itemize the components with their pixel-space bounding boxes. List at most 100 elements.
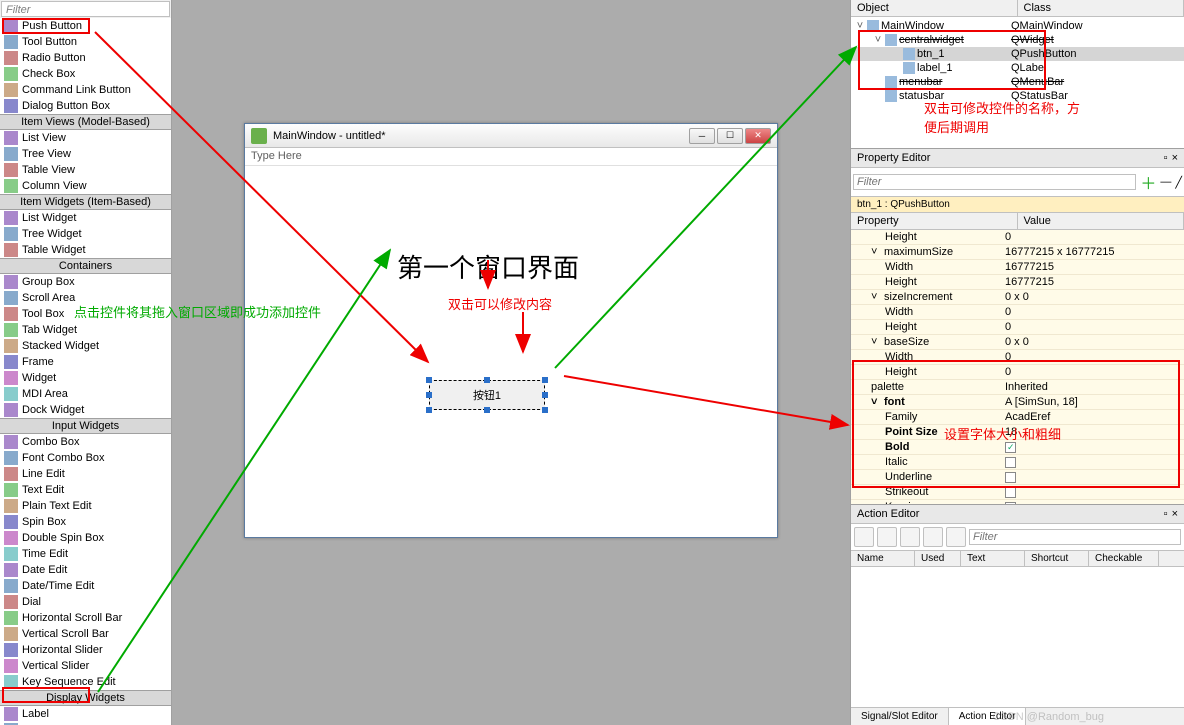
new-action-button[interactable] <box>854 527 874 547</box>
widget-item[interactable]: Horizontal Slider <box>0 642 171 658</box>
close-button[interactable]: ✕ <box>745 128 771 144</box>
widget-category: Input Widgets <box>0 418 171 434</box>
widget-item[interactable]: Date Edit <box>0 562 171 578</box>
property-grid[interactable]: Height0˅maximumSize16777215 x 16777215Wi… <box>851 230 1184 504</box>
maximize-button[interactable]: ☐ <box>717 128 743 144</box>
widget-item[interactable]: List Widget <box>0 210 171 226</box>
config-action-button[interactable] <box>946 527 966 547</box>
widget-list: Push ButtonTool ButtonRadio ButtonCheck … <box>0 18 171 725</box>
action-list[interactable] <box>851 567 1184 707</box>
widget-item[interactable]: Check Box <box>0 66 171 82</box>
widget-item[interactable]: Spin Box <box>0 514 171 530</box>
widget-item[interactable]: Frame <box>0 354 171 370</box>
property-row[interactable]: Italic <box>851 455 1184 470</box>
widget-item[interactable]: Key Sequence Edit <box>0 674 171 690</box>
add-property-icon[interactable]: ＋ <box>1140 170 1156 194</box>
delete-action-button[interactable] <box>923 527 943 547</box>
object-row[interactable]: label_1QLabel <box>851 61 1184 75</box>
property-row[interactable]: Point Size18 <box>851 425 1184 440</box>
widget-item[interactable]: Group Box <box>0 274 171 290</box>
property-row[interactable]: ˅maximumSize16777215 x 16777215 <box>851 245 1184 260</box>
property-row[interactable]: ˅fontA [SimSun, 18] <box>851 395 1184 410</box>
object-row[interactable]: statusbarQStatusBar <box>851 89 1184 103</box>
widget-item[interactable]: Dock Widget <box>0 402 171 418</box>
widget-item[interactable]: Tool Button <box>0 34 171 50</box>
widget-item[interactable]: Text Edit <box>0 482 171 498</box>
widget-item[interactable]: Dialog Button Box <box>0 98 171 114</box>
widget-item[interactable]: Double Spin Box <box>0 530 171 546</box>
dock-close-icon[interactable]: × <box>1172 508 1178 520</box>
property-row[interactable]: Height0 <box>851 365 1184 380</box>
window-titlebar[interactable]: MainWindow - untitled* ─ ☐ ✕ <box>245 124 777 148</box>
widget-category: Item Widgets (Item-Based) <box>0 194 171 210</box>
widget-item[interactable]: Time Edit <box>0 546 171 562</box>
copy-action-button[interactable] <box>877 527 897 547</box>
widget-item[interactable]: Scroll Area <box>0 290 171 306</box>
widget-item[interactable]: Table View <box>0 162 171 178</box>
widget-filter[interactable]: Filter <box>1 1 170 17</box>
widget-item[interactable]: Command Link Button <box>0 82 171 98</box>
widget-item[interactable]: MDI Area <box>0 386 171 402</box>
paste-action-button[interactable] <box>900 527 920 547</box>
designer-menubar[interactable]: Type Here <box>245 148 777 166</box>
widget-item[interactable]: Date/Time Edit <box>0 578 171 594</box>
property-row[interactable]: Width0 <box>851 305 1184 320</box>
property-row[interactable]: FamilyAcadEref <box>851 410 1184 425</box>
widget-category: Containers <box>0 258 171 274</box>
property-row[interactable]: ˅sizeIncrement0 x 0 <box>851 290 1184 305</box>
property-menu-icon[interactable]: ╱ <box>1175 176 1182 189</box>
widget-item[interactable]: Vertical Scroll Bar <box>0 626 171 642</box>
widget-item[interactable]: Label <box>0 706 171 722</box>
widget-item[interactable]: Tree View <box>0 146 171 162</box>
widget-item[interactable]: Widget <box>0 370 171 386</box>
widget-item[interactable]: Table Widget <box>0 242 171 258</box>
action-tab[interactable]: Signal/Slot Editor <box>851 708 949 725</box>
minimize-button[interactable]: ─ <box>689 128 715 144</box>
widget-item[interactable]: Plain Text Edit <box>0 498 171 514</box>
widget-item[interactable]: Stacked Widget <box>0 338 171 354</box>
property-row[interactable]: Width0 <box>851 350 1184 365</box>
designer-canvas[interactable]: 第一个窗口界面 按钮1 <box>245 166 777 537</box>
property-row[interactable]: Height0 <box>851 320 1184 335</box>
widget-icon <box>4 179 18 193</box>
widget-icon <box>4 579 18 593</box>
object-tree[interactable]: ˅MainWindowQMainWindow˅centralwidgetQWid… <box>851 17 1184 105</box>
widget-item[interactable]: Column View <box>0 178 171 194</box>
widget-icon <box>4 163 18 177</box>
property-row[interactable]: Strikeout <box>851 485 1184 500</box>
push-button-widget[interactable]: 按钮1 <box>429 380 545 410</box>
widget-icon <box>4 563 18 577</box>
object-row[interactable]: ˅centralwidgetQWidget <box>851 33 1184 47</box>
widget-item[interactable]: Tab Widget <box>0 322 171 338</box>
object-row[interactable]: ˅MainWindowQMainWindow <box>851 19 1184 33</box>
widget-item[interactable]: Push Button <box>0 18 171 34</box>
widget-item[interactable]: Vertical Slider <box>0 658 171 674</box>
widget-item[interactable]: Tool Box <box>0 306 171 322</box>
property-row[interactable]: paletteInherited <box>851 380 1184 395</box>
object-row[interactable]: btn_1QPushButton <box>851 47 1184 61</box>
dock-float-icon[interactable]: ▫ <box>1164 152 1168 164</box>
property-row[interactable]: ˅baseSize0 x 0 <box>851 335 1184 350</box>
property-row[interactable]: Height16777215 <box>851 275 1184 290</box>
widget-item[interactable]: List View <box>0 130 171 146</box>
widget-item[interactable]: Combo Box <box>0 434 171 450</box>
property-filter[interactable] <box>853 174 1136 190</box>
widget-item[interactable]: Radio Button <box>0 50 171 66</box>
object-row[interactable]: menubarQMenuBar <box>851 75 1184 89</box>
widget-icon <box>4 307 18 321</box>
property-back-icon[interactable]: — <box>1160 176 1171 188</box>
dock-float-icon[interactable]: ▫ <box>1164 508 1168 520</box>
widget-icon <box>4 339 18 353</box>
dock-close-icon[interactable]: × <box>1172 152 1178 164</box>
property-row[interactable]: Underline <box>851 470 1184 485</box>
widget-item[interactable]: Horizontal Scroll Bar <box>0 610 171 626</box>
widget-item[interactable]: Dial <box>0 594 171 610</box>
property-row[interactable]: Height0 <box>851 230 1184 245</box>
widget-item[interactable]: Font Combo Box <box>0 450 171 466</box>
property-row[interactable]: Width16777215 <box>851 260 1184 275</box>
property-row[interactable]: Bold <box>851 440 1184 455</box>
label-widget[interactable]: 第一个窗口界面 <box>397 248 579 285</box>
action-filter[interactable] <box>969 529 1181 545</box>
widget-item[interactable]: Tree Widget <box>0 226 171 242</box>
widget-item[interactable]: Line Edit <box>0 466 171 482</box>
